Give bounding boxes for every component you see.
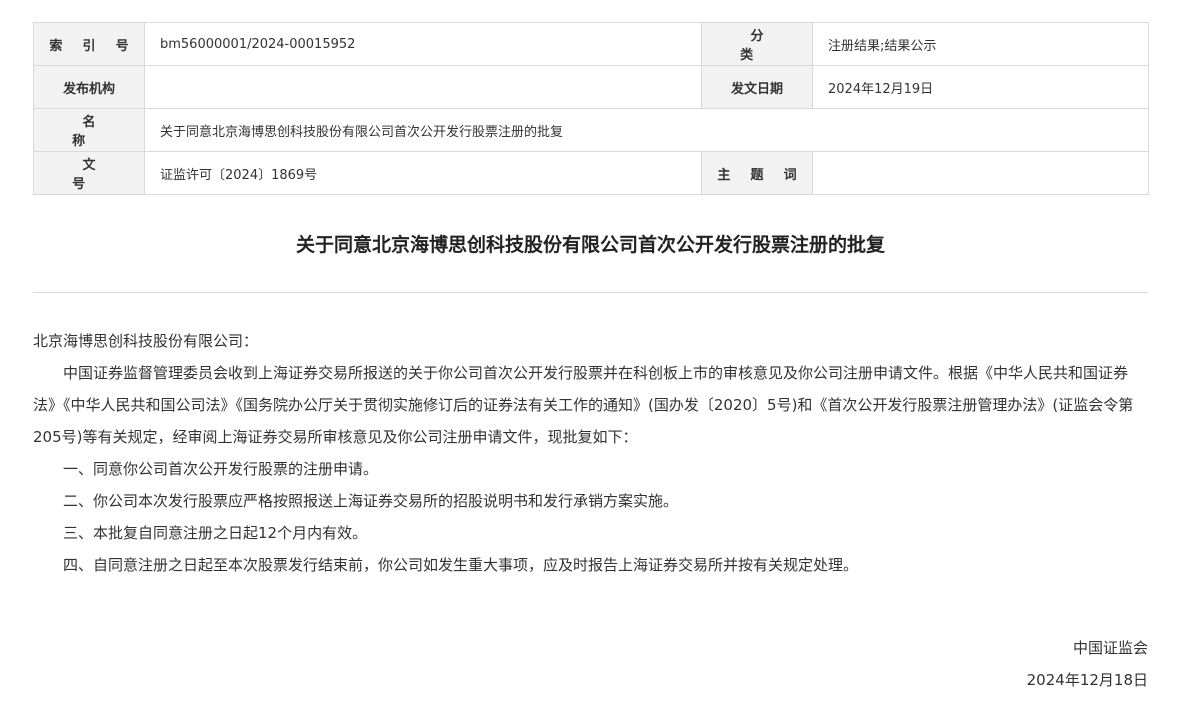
approval-item-2: 二、你公司本次发行股票应严格按照报送上海证券交易所的招股说明书和发行承销方案实施… bbox=[63, 492, 679, 510]
metadata-row-docnum: 文 号 证监许可〔2024〕1869号 主 题 词 bbox=[33, 151, 1149, 195]
approval-item-3: 三、本批复自同意注册之日起12个月内有效。 bbox=[63, 524, 368, 542]
keywords-label: 主 题 词 bbox=[701, 151, 813, 195]
doc-name-label: 名 称 bbox=[33, 108, 145, 152]
document-body: 北京海博思创科技股份有限公司： 中国证券监督管理委员会收到上海证券交易所报送的关… bbox=[33, 325, 1148, 581]
keywords-value bbox=[812, 151, 1149, 195]
metadata-row-name: 名 称 关于同意北京海博思创科技股份有限公司首次公开发行股票注册的批复 bbox=[33, 108, 1149, 152]
salutation: 北京海博思创科技股份有限公司： bbox=[33, 332, 259, 350]
document-title: 关于同意北京海博思创科技股份有限公司首次公开发行股票注册的批复 bbox=[295, 234, 885, 256]
index-number-label: 索 引 号 bbox=[33, 22, 145, 66]
approval-item-1: 一、同意你公司首次公开发行股票的注册申请。 bbox=[63, 460, 379, 478]
issue-date-value: 2024年12月19日 bbox=[812, 65, 1149, 109]
document-metadata-table: 索 引 号 bm56000001/2024-00015952 分 类 注册结果;… bbox=[33, 22, 1149, 195]
publisher-label: 发布机构 bbox=[33, 65, 145, 109]
signature-block: 中国证监会 2024年12月18日 bbox=[1027, 632, 1148, 696]
metadata-row-index: 索 引 号 bm56000001/2024-00015952 分 类 注册结果;… bbox=[33, 22, 1149, 66]
metadata-row-publisher: 发布机构 发文日期 2024年12月19日 bbox=[33, 65, 1149, 109]
publisher-value bbox=[144, 65, 702, 109]
signer: 中国证监会 bbox=[1072, 639, 1148, 657]
doc-name-value: 关于同意北京海博思创科技股份有限公司首次公开发行股票注册的批复 bbox=[144, 108, 1149, 152]
intro-paragraph: 中国证券监督管理委员会收到上海证券交易所报送的关于你公司首次公开发行股票并在科创… bbox=[33, 364, 1134, 446]
category-label: 分 类 bbox=[701, 22, 813, 66]
doc-number-value: 证监许可〔2024〕1869号 bbox=[144, 151, 702, 195]
signature-date: 2024年12月18日 bbox=[1026, 671, 1148, 689]
doc-number-label: 文 号 bbox=[33, 151, 145, 195]
title-divider bbox=[33, 292, 1148, 293]
index-number-value: bm56000001/2024-00015952 bbox=[144, 22, 702, 66]
issue-date-label: 发文日期 bbox=[701, 65, 813, 109]
category-value: 注册结果;结果公示 bbox=[812, 22, 1149, 66]
approval-item-4: 四、自同意注册之日起至本次股票发行结束前，你公司如发生重大事项，应及时报告上海证… bbox=[63, 556, 859, 574]
